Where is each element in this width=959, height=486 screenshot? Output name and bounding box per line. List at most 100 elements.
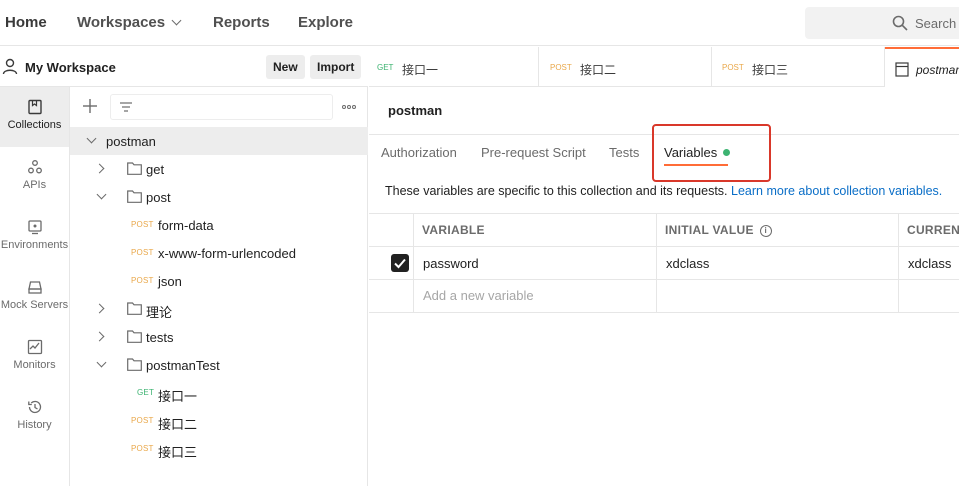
table-divider <box>413 213 414 313</box>
nav-workspaces-label: Workspaces <box>77 14 166 31</box>
search-placeholder: Search P <box>915 16 959 31</box>
checkmark-icon <box>394 258 406 269</box>
tab-label: 接口三 <box>752 63 789 77</box>
search-input[interactable]: Search P <box>805 7 959 39</box>
tree-folder-get[interactable]: get <box>70 155 368 183</box>
info-icon[interactable]: i <box>759 225 772 237</box>
rail-label: Collections <box>7 119 62 131</box>
tab-pre-request-script[interactable]: Pre-request Script <box>481 145 586 160</box>
filter-icon <box>120 102 132 112</box>
tree-request[interactable]: GET 接口一 <box>70 379 368 407</box>
tab-tests[interactable]: Tests <box>609 145 639 160</box>
table-divider <box>656 213 657 313</box>
chevron-down-icon[interactable] <box>96 189 107 200</box>
description-text: These variables are specific to this col… <box>385 184 728 198</box>
row-enabled-checkbox[interactable] <box>391 254 409 272</box>
tree-item-label: 接口一 <box>158 389 198 404</box>
add-variable-input[interactable]: Add a new variable <box>423 288 534 303</box>
method-badge: POST <box>550 63 572 72</box>
page-title: postman <box>388 103 443 118</box>
apis-icon <box>27 160 42 174</box>
tree-request[interactable]: POST json <box>70 267 368 295</box>
rail-label: Environments <box>0 239 69 251</box>
column-header-current-value: CURRENT <box>907 223 959 237</box>
rail-label: Mock Servers <box>0 299 69 311</box>
nav-workspaces[interactable]: Workspaces <box>77 14 182 31</box>
tab-request[interactable]: POST 接口二 <box>539 47 712 87</box>
environments-icon <box>27 220 42 235</box>
tree-request[interactable]: POST 接口三 <box>70 435 368 463</box>
method-badge: POST <box>131 248 154 257</box>
table-divider <box>369 246 959 247</box>
folder-icon <box>127 190 142 203</box>
workspace-name[interactable]: My Workspace <box>25 60 116 75</box>
tree-request[interactable]: POST 接口二 <box>70 407 368 435</box>
folder-icon <box>127 302 142 315</box>
tree-item-label: x-www-form-urlencoded <box>158 246 296 261</box>
tab-label: postman <box>916 63 959 77</box>
left-rail: Collections APIs Environments Mock Serve… <box>0 87 70 486</box>
filter-input[interactable] <box>110 94 333 120</box>
tree-item-label: 接口三 <box>158 445 198 460</box>
method-badge: POST <box>722 63 744 72</box>
tab-request[interactable]: GET 接口一 <box>369 47 539 87</box>
top-bar: Home Workspaces Reports Explore Search P <box>0 0 959 46</box>
rail-monitors[interactable]: Monitors <box>0 327 69 387</box>
method-badge: POST <box>131 444 154 453</box>
tree-folder-theory[interactable]: 理论 <box>70 295 368 323</box>
table-divider <box>898 213 899 313</box>
tree-item-label: form-data <box>158 218 214 233</box>
current-value-cell[interactable]: xdclass <box>908 256 951 271</box>
collection-icon <box>895 62 909 77</box>
column-header-initial-value: INITIAL VALUE i <box>665 223 772 238</box>
method-badge: POST <box>131 276 154 285</box>
collections-sidebar: postman get post POST form-data POST x-w… <box>70 87 368 486</box>
tree-item-label: tests <box>146 330 174 345</box>
monitors-icon <box>27 339 42 355</box>
user-icon <box>2 58 18 75</box>
rail-label: History <box>17 419 52 431</box>
rail-mock-servers[interactable]: Mock Servers <box>0 267 69 327</box>
variable-name-cell[interactable]: password <box>423 256 479 271</box>
method-badge: POST <box>131 416 154 425</box>
tab-collection-postman[interactable]: postman <box>885 47 959 87</box>
table-divider <box>369 312 959 313</box>
chevron-right-icon[interactable] <box>94 163 105 174</box>
import-button[interactable]: Import <box>310 55 362 79</box>
plus-icon[interactable] <box>82 98 98 114</box>
rail-collections[interactable]: Collections <box>0 87 69 147</box>
tree-folder-post[interactable]: post <box>70 183 368 211</box>
tab-authorization[interactable]: Authorization <box>381 145 457 160</box>
rail-environments[interactable]: Environments <box>0 207 69 267</box>
rail-apis[interactable]: APIs <box>0 147 69 207</box>
nav-reports[interactable]: Reports <box>213 14 270 31</box>
new-button[interactable]: New <box>266 55 305 79</box>
tree-folder-postmantest[interactable]: postmanTest <box>70 351 368 379</box>
folder-icon <box>127 162 142 175</box>
nav-explore[interactable]: Explore <box>298 14 353 31</box>
tree-item-label: json <box>158 274 182 289</box>
method-badge: GET <box>377 63 394 72</box>
tree-item-label: post <box>146 190 171 205</box>
history-icon <box>27 400 41 414</box>
chevron-right-icon[interactable] <box>94 303 105 314</box>
chevron-down-icon[interactable] <box>96 357 107 368</box>
tree-request[interactable]: POST x-www-form-urlencoded <box>70 239 368 267</box>
method-badge: GET <box>137 388 155 397</box>
chevron-down-icon[interactable] <box>86 133 97 144</box>
initial-value-cell[interactable]: xdclass <box>666 256 709 271</box>
tree-folder-tests[interactable]: tests <box>70 323 368 351</box>
folder-icon <box>127 330 142 343</box>
search-icon <box>892 15 908 31</box>
chevron-right-icon[interactable] <box>94 331 105 342</box>
learn-more-link[interactable]: Learn more about collection variables. <box>731 184 942 198</box>
rail-label: APIs <box>22 179 47 191</box>
tree-request[interactable]: POST form-data <box>70 211 368 239</box>
more-icon[interactable] <box>342 105 356 109</box>
rail-history[interactable]: History <box>0 387 69 447</box>
tree-collection-postman[interactable]: postman <box>70 127 368 155</box>
nav-home[interactable]: Home <box>5 14 47 31</box>
folder-icon <box>127 358 142 371</box>
tab-request[interactable]: POST 接口三 <box>712 47 885 87</box>
tree-item-label: 理论 <box>146 305 173 320</box>
